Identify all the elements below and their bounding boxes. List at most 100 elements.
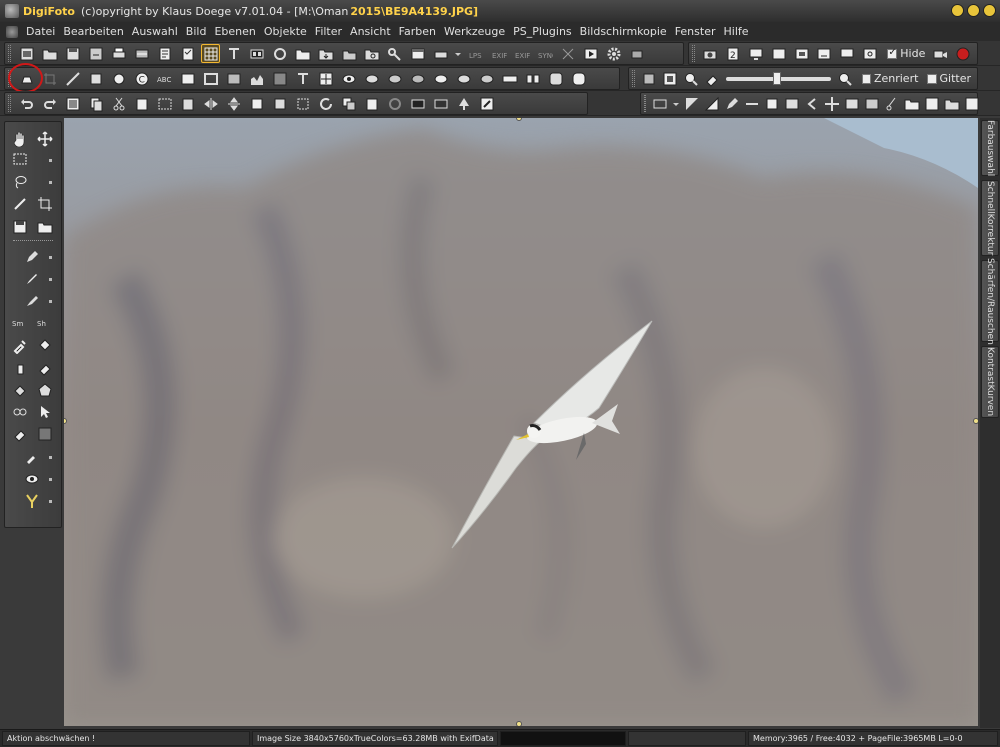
crop-icon[interactable] (35, 194, 55, 214)
canvas-handle-right[interactable] (973, 418, 978, 424)
scan-icon[interactable] (132, 44, 151, 63)
histogram-icon[interactable] (247, 69, 266, 88)
menu-filter[interactable]: Filter (311, 25, 346, 38)
menu-bearbeiten[interactable]: Bearbeiten (59, 25, 127, 38)
spray-tool-icon[interactable] (10, 358, 30, 378)
copyright-icon[interactable]: C (132, 69, 151, 88)
new-image-icon[interactable] (17, 44, 36, 63)
bucket-tool-icon[interactable] (35, 336, 55, 356)
rectangle-shape-icon[interactable] (652, 94, 668, 113)
copy-icon[interactable] (86, 94, 105, 113)
menu-auswahl[interactable]: Auswahl (128, 25, 182, 38)
rect-select-icon[interactable] (155, 94, 174, 113)
zoom-magnifier-icon[interactable] (837, 69, 854, 88)
window-icon[interactable] (408, 44, 427, 63)
fit-screen-icon[interactable] (662, 69, 679, 88)
text-icon[interactable] (224, 44, 243, 63)
edit-image-icon[interactable] (477, 94, 496, 113)
menu-fenster[interactable]: Fenster (671, 25, 720, 38)
monitor-alt-icon[interactable] (838, 44, 857, 63)
flip-vertical-icon[interactable] (224, 94, 243, 113)
open-file-icon[interactable] (40, 44, 59, 63)
exif-info-icon[interactable]: EXIF (489, 44, 508, 63)
compare-icon[interactable] (523, 69, 542, 88)
diagonal-fill-icon[interactable] (684, 94, 700, 113)
rect-select-tool-icon[interactable] (10, 149, 30, 169)
circle-tool-icon[interactable] (385, 94, 404, 113)
clone-tool-icon[interactable] (22, 291, 42, 311)
fill-tool-icon[interactable] (10, 380, 30, 400)
eye-adjust-icon[interactable] (362, 69, 381, 88)
save-tool-icon[interactable] (10, 217, 30, 237)
folder-export-icon[interactable] (316, 44, 335, 63)
shape-tool-icon[interactable] (35, 380, 55, 400)
scissors-icon[interactable] (884, 94, 900, 113)
menu-ebenen[interactable]: Ebenen (210, 25, 259, 38)
save-as-icon[interactable] (86, 44, 105, 63)
eyedropper-tool-icon[interactable] (10, 336, 30, 356)
export-image-icon[interactable] (964, 94, 980, 113)
hand-tool-icon[interactable] (10, 129, 30, 149)
layers-icon[interactable] (641, 69, 658, 88)
zoom-in-icon[interactable] (683, 69, 700, 88)
brightness-gradient-icon[interactable] (270, 69, 289, 88)
filmstrip-copy-icon[interactable] (431, 94, 450, 113)
zentriert-checkbox[interactable] (861, 73, 871, 84)
toolbar-grip[interactable] (8, 95, 11, 112)
maximize-button[interactable] (967, 4, 980, 17)
slideshow-icon[interactable] (581, 44, 600, 63)
filmstrip-edit-icon[interactable] (408, 94, 427, 113)
gallery-icon[interactable] (924, 94, 940, 113)
hide-checkbox[interactable] (887, 47, 898, 59)
menu-ps-plugins[interactable]: PS_Plugins (509, 25, 576, 38)
rounded-rect-icon[interactable] (546, 69, 565, 88)
folder-search-icon[interactable] (362, 44, 381, 63)
submenu-arrow[interactable] (49, 456, 52, 459)
line-tool-icon[interactable] (10, 194, 30, 214)
frame-icon[interactable] (178, 69, 197, 88)
eye-icon[interactable] (339, 69, 358, 88)
tree-icon[interactable] (454, 94, 473, 113)
undo-icon[interactable] (17, 94, 36, 113)
stop-icon[interactable] (270, 94, 289, 113)
toolbar-grip[interactable] (632, 70, 635, 87)
clipboard-icon[interactable] (362, 94, 381, 113)
menu-farben[interactable]: Farben (395, 25, 440, 38)
gitter-checkbox[interactable] (927, 73, 937, 84)
record-button-icon[interactable] (953, 44, 972, 63)
menu-bild[interactable]: Bild (182, 25, 211, 38)
menu-ansicht[interactable]: Ansicht (346, 25, 395, 38)
lasso-tool-icon[interactable] (10, 172, 30, 192)
align-icon[interactable] (844, 94, 860, 113)
single-view-icon[interactable] (815, 44, 834, 63)
photo-bird-in-flight[interactable] (64, 118, 978, 726)
transform-icon[interactable] (86, 69, 105, 88)
color-picker-tool-icon[interactable] (22, 447, 42, 467)
minimize-button[interactable] (951, 4, 964, 17)
menu-bildschirmkopie[interactable]: Bildschirmkopie (576, 25, 671, 38)
exif-edit-icon[interactable]: EXIF (512, 44, 531, 63)
refresh-icon[interactable] (316, 94, 335, 113)
stamp-icon[interactable] (764, 94, 780, 113)
resize-icon[interactable] (558, 44, 577, 63)
plugin-icon[interactable] (627, 44, 646, 63)
mirror-icon[interactable] (247, 94, 266, 113)
exif-icon[interactable]: LPS (466, 44, 485, 63)
print-icon[interactable] (109, 44, 128, 63)
crosshair-icon[interactable] (316, 69, 335, 88)
submenu-arrow[interactable] (49, 159, 52, 162)
flip-horizontal-icon[interactable] (201, 94, 220, 113)
framed-image-icon[interactable] (784, 94, 800, 113)
zoom-window-icon[interactable] (861, 44, 880, 63)
video-camera-icon[interactable] (930, 44, 949, 63)
canvas-handle-bottom[interactable] (516, 721, 522, 726)
blur-eraser-tool-icon[interactable] (10, 424, 30, 444)
folder-open-icon[interactable] (904, 94, 920, 113)
texture-tool-icon[interactable] (35, 424, 55, 444)
toolbar-grip[interactable] (692, 45, 695, 62)
zoom-slider[interactable] (726, 71, 831, 85)
submenu-arrow[interactable] (49, 478, 52, 481)
paste-icon[interactable] (132, 94, 151, 113)
pointer-tool-icon[interactable] (35, 402, 55, 422)
menu-werkzeuge[interactable]: Werkzeuge (440, 25, 509, 38)
